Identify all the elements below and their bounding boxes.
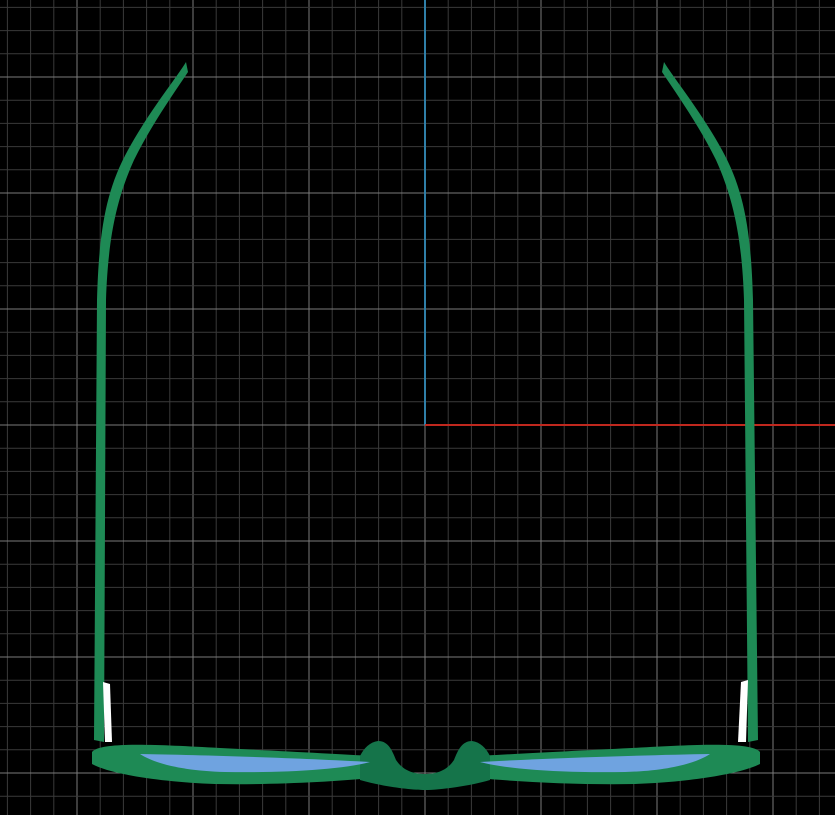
- viewport-canvas[interactable]: [0, 0, 835, 815]
- viewport-grid: [0, 0, 835, 815]
- left-hinge: [103, 682, 112, 742]
- 3d-viewport[interactable]: [0, 0, 835, 815]
- right-hinge: [738, 680, 748, 742]
